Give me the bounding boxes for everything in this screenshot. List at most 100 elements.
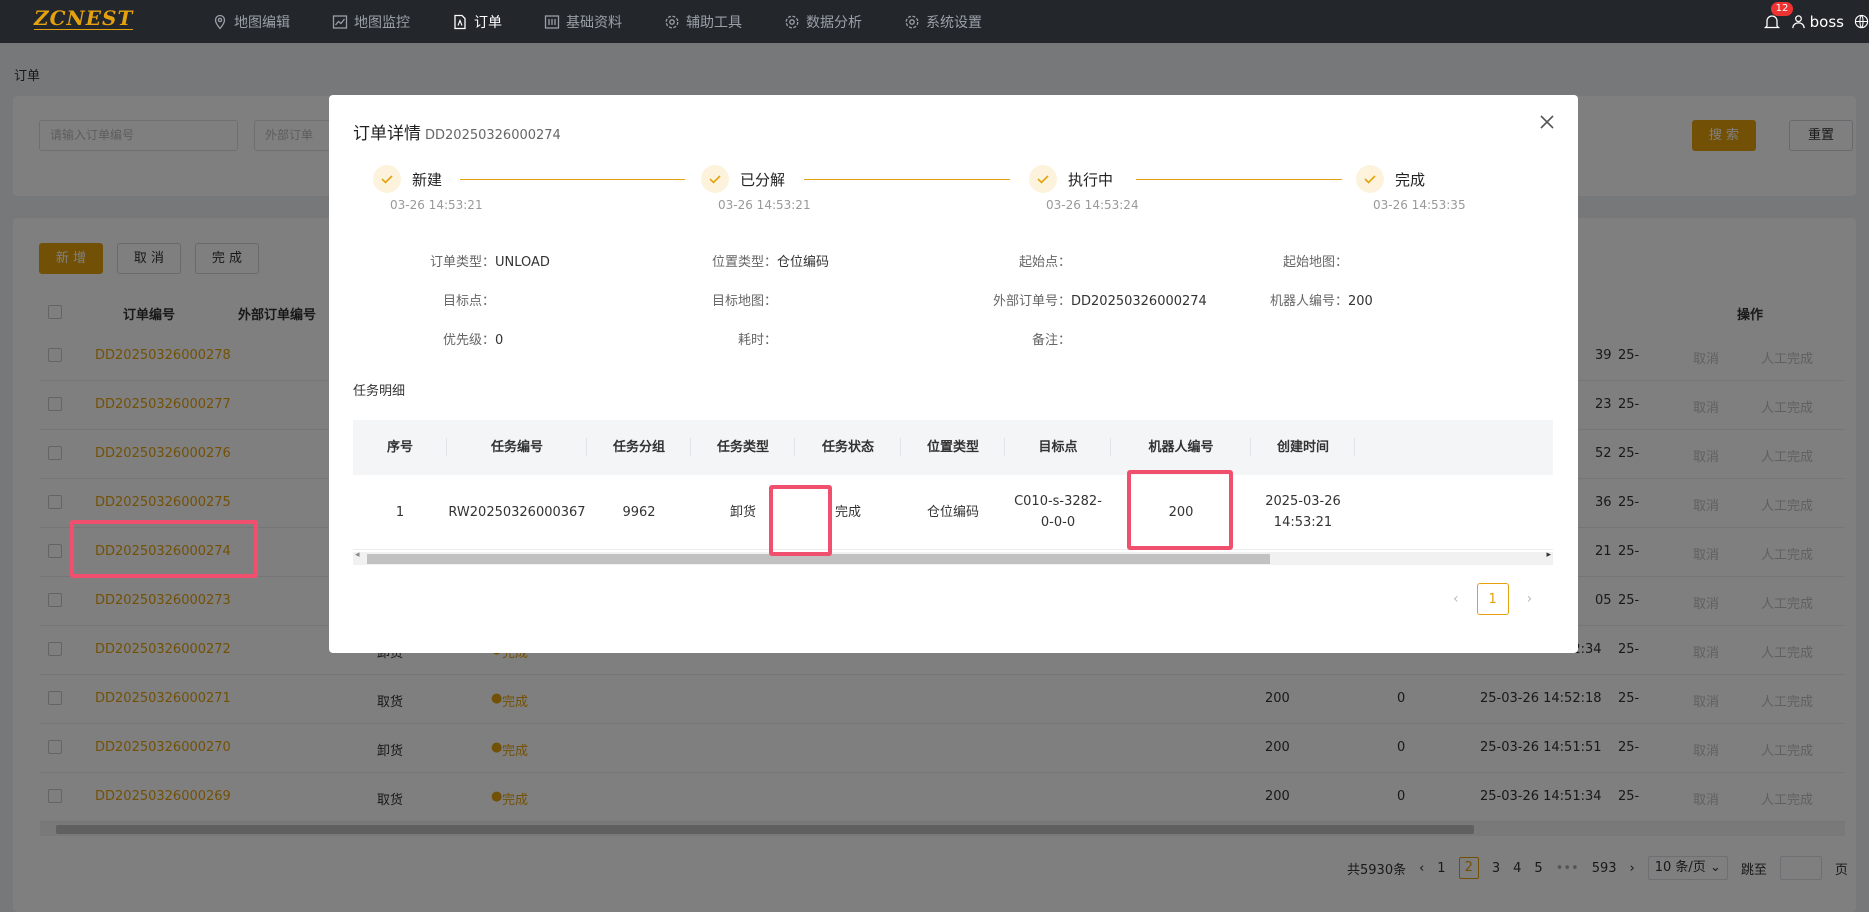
- info-key: 起始地图：: [1282, 255, 1348, 270]
- nav-item-order[interactable]: 订单: [452, 12, 502, 32]
- task-group: 9962: [622, 504, 656, 520]
- gear-icon: [665, 15, 679, 28]
- step-time: 03-26 14:53:35: [1373, 198, 1466, 212]
- globe-icon[interactable]: [1854, 14, 1869, 29]
- modal-order-no: DD20250326000274: [425, 128, 561, 143]
- nav-label: 辅助工具: [686, 14, 742, 31]
- nav-label: 基础资料: [566, 14, 622, 31]
- info-key: 目标点：: [442, 294, 495, 309]
- step-label: 执行中: [1068, 171, 1114, 189]
- user-name: boss: [1809, 12, 1844, 31]
- info-value: 200: [1348, 294, 1373, 309]
- highlight-order-row: [70, 520, 258, 578]
- main-nav: 地图编辑 地图监控 订单 基础资料 辅助工具 数据分析 系统设置: [212, 0, 1024, 43]
- info-location-type: 位置类型：仓位编码: [662, 251, 829, 270]
- info-key: 耗时：: [737, 333, 777, 348]
- step-label: 已分解: [740, 171, 786, 189]
- step-label: 完成: [1395, 171, 1426, 189]
- step-connector: [804, 179, 1010, 180]
- info-key: 外部订单号：: [992, 294, 1071, 309]
- info-remark: 备注：: [956, 329, 1071, 348]
- nav-item-analytics[interactable]: 数据分析: [784, 12, 862, 32]
- nav-item-basic-data[interactable]: 基础资料: [544, 12, 622, 32]
- info-key: 订单类型：: [429, 255, 495, 270]
- task-pagination: ‹ 1 ›: [1453, 583, 1532, 615]
- target-line-1: C010-s-3282-: [1014, 494, 1102, 509]
- user-menu[interactable]: boss: [1791, 13, 1844, 31]
- header-task-no: 任务编号: [447, 420, 587, 475]
- info-robot-no: 机器人编号：200: [1233, 290, 1373, 309]
- notification-button[interactable]: 12: [1763, 1, 1794, 31]
- highlight-task-type: [769, 485, 832, 556]
- top-right-area: 12 boss: [1763, 0, 1869, 43]
- highlight-target-point: [1127, 470, 1233, 550]
- task-location-type: 仓位编码: [926, 504, 979, 520]
- map-pin-icon: [214, 14, 226, 29]
- info-order-type: 订单类型：UNLOAD: [380, 251, 550, 270]
- nav-item-map-monitor[interactable]: 地图监控: [332, 12, 410, 32]
- check-icon: [1356, 165, 1384, 193]
- step-connector: [460, 179, 685, 180]
- info-key: 起始点：: [1018, 255, 1071, 270]
- info-value: 仓位编码: [777, 255, 830, 270]
- info-external-order-no: 外部订单号：DD20250326000274: [956, 290, 1207, 309]
- info-key: 机器人编号：: [1269, 294, 1348, 309]
- info-value: DD20250326000274: [1071, 294, 1207, 309]
- info-value: UNLOAD: [495, 255, 550, 270]
- info-key: 优先级：: [442, 333, 495, 348]
- task-section-title: 任务明细: [353, 384, 406, 399]
- check-icon: [1029, 165, 1057, 193]
- next-page-icon[interactable]: ›: [1527, 591, 1533, 607]
- scroll-left-icon[interactable]: ◂: [355, 550, 360, 560]
- header-index: 序号: [353, 420, 447, 475]
- created-date: 2025-03-26: [1265, 494, 1341, 509]
- current-page[interactable]: 1: [1476, 583, 1509, 615]
- info-target-map: 目标地图：: [662, 290, 777, 309]
- info-start-map: 起始地图：: [1233, 251, 1348, 270]
- nav-label: 地图编辑: [234, 14, 290, 31]
- info-start-point: 起始点：: [956, 251, 1071, 270]
- step-connector: [1136, 179, 1342, 180]
- info-value: 0: [495, 333, 504, 348]
- logo: ZCNEST: [34, 6, 134, 30]
- header-location-type: 位置类型: [901, 420, 1005, 475]
- task-no: RW20250326000367: [448, 504, 586, 520]
- task-table-header: 序号 任务编号 任务分组 任务类型 任务状态 位置类型 目标点 机器人编号 创建…: [353, 420, 1553, 475]
- order-detail-modal: 订单详情 DD20250326000274 新建 03-26 14:53:21 已…: [329, 95, 1578, 653]
- close-icon[interactable]: [1538, 113, 1556, 131]
- info-target-point: 目标点：: [380, 290, 495, 309]
- task-table-scrollbar[interactable]: ◂ ▸: [353, 550, 1553, 565]
- check-icon: [701, 165, 729, 193]
- nav-label: 系统设置: [926, 14, 982, 31]
- nav-label: 地图监控: [354, 14, 410, 31]
- header-created-time: 创建时间: [1251, 420, 1355, 475]
- nav-item-tools[interactable]: 辅助工具: [664, 12, 742, 32]
- scroll-right-icon[interactable]: ▸: [1546, 550, 1551, 560]
- task-created-time: 2025-03-26 14:53:21: [1251, 475, 1355, 549]
- database-icon: [544, 14, 560, 29]
- info-key: 位置类型：: [711, 255, 777, 270]
- header-target-point: 目标点: [1005, 420, 1111, 475]
- prev-page-icon[interactable]: ‹: [1453, 591, 1459, 607]
- step-label: 新建: [412, 171, 443, 189]
- check-icon: [373, 165, 401, 193]
- document-icon: [454, 14, 466, 29]
- info-duration: 耗时：: [662, 329, 777, 348]
- header-task-type: 任务类型: [691, 420, 795, 475]
- info-key: 备注：: [1031, 333, 1071, 348]
- top-navbar: ZCNEST 地图编辑 地图监控 订单 基础资料 辅助工具 数据分析 系统设置: [0, 0, 1869, 43]
- step-time: 03-26 14:53:24: [1046, 198, 1139, 212]
- modal-title: 订单详情 DD20250326000274: [353, 119, 561, 144]
- step-time: 03-26 14:53:21: [390, 198, 483, 212]
- modal-title-text: 订单详情: [353, 124, 421, 144]
- info-key: 目标地图：: [711, 294, 777, 309]
- created-clock: 14:53:21: [1273, 515, 1333, 530]
- gear-icon: [905, 15, 919, 28]
- nav-item-map-edit[interactable]: 地图编辑: [212, 12, 290, 32]
- nav-item-settings[interactable]: 系统设置: [904, 12, 982, 32]
- notification-badge: 12: [1770, 1, 1794, 16]
- task-target-point: C010-s-3282- 0-0-0: [1005, 475, 1111, 549]
- target-line-2: 0-0-0: [1040, 515, 1076, 530]
- task-row: 1 RW20250326000367 9962 卸货 完成 仓位编码 C010-…: [353, 475, 1553, 550]
- step-time: 03-26 14:53:21: [718, 198, 811, 212]
